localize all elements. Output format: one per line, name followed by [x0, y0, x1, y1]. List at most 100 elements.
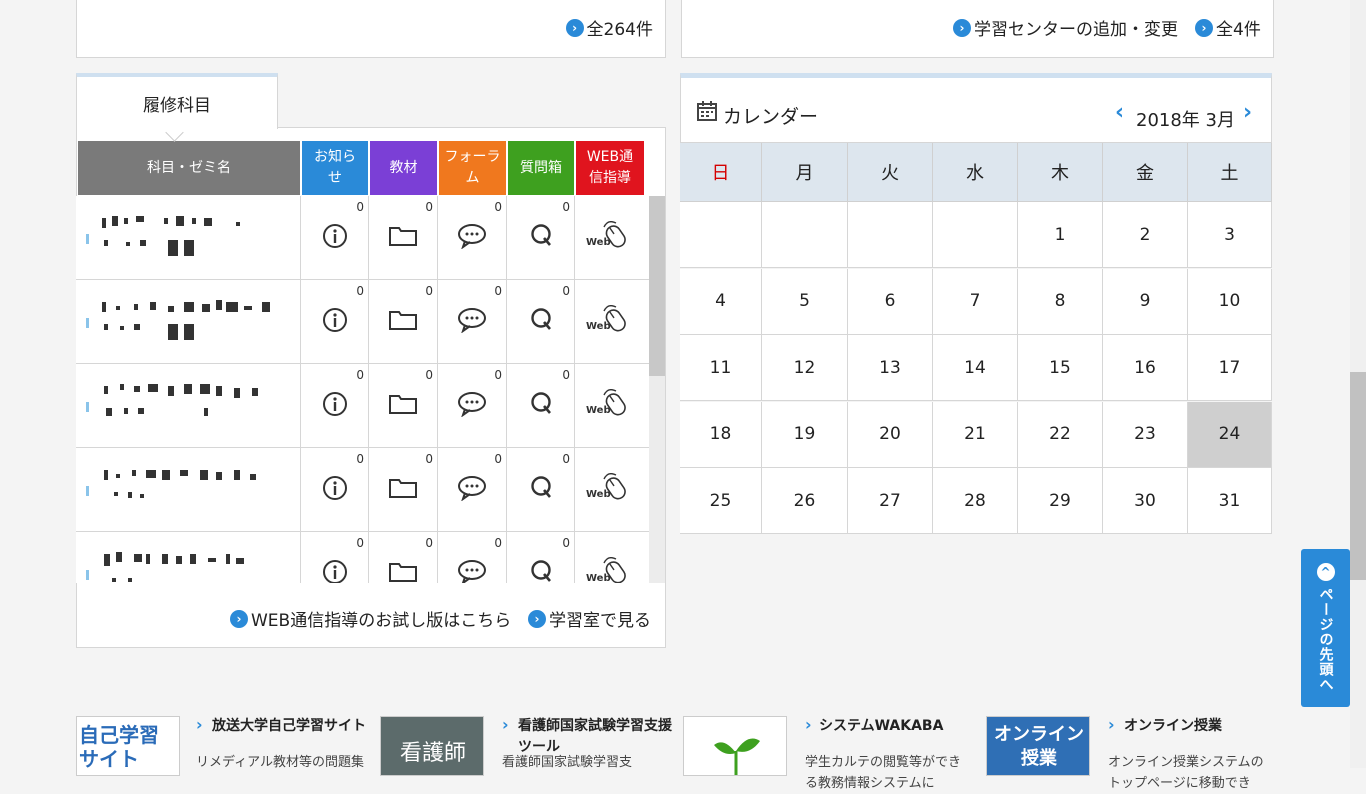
redacted-text: [168, 324, 178, 340]
cell-news[interactable]: 0: [300, 448, 368, 531]
redacted-text: [116, 552, 122, 562]
count-badge: 0: [494, 200, 502, 214]
redacted-text: [146, 554, 150, 564]
calendar-day[interactable]: 21: [933, 401, 1018, 468]
next-month-button[interactable]: ›: [1243, 100, 1252, 125]
course-name[interactable]: [76, 280, 300, 363]
calendar-day[interactable]: 22: [1018, 401, 1103, 468]
calendar-day[interactable]: 18: [680, 401, 762, 468]
table-row: 0 0 0 0 Web: [76, 364, 649, 448]
study-room-link[interactable]: › 学習室で見る: [528, 606, 651, 631]
cell-materials[interactable]: 0: [368, 532, 437, 583]
cell-forum[interactable]: 0: [437, 448, 506, 531]
course-name[interactable]: [76, 532, 300, 583]
tab-courses[interactable]: 履修科目: [76, 73, 278, 129]
course-name[interactable]: [76, 448, 300, 531]
calendar-day[interactable]: 28: [933, 468, 1018, 534]
redacted-text: [134, 324, 140, 330]
calendar-day[interactable]: 6: [848, 268, 933, 335]
calendar-day[interactable]: 24: [1188, 401, 1272, 468]
cell-news[interactable]: 0: [300, 532, 368, 583]
cell-news[interactable]: 0: [300, 280, 368, 363]
calendar-day[interactable]: 11: [680, 335, 762, 401]
calendar-day[interactable]: 15: [1018, 335, 1103, 401]
cell-materials[interactable]: 0: [368, 280, 437, 363]
calendar-day[interactable]: 8: [1018, 268, 1103, 335]
cell-web[interactable]: Web: [574, 364, 643, 447]
calendar-day[interactable]: 12: [762, 335, 848, 401]
calendar-day[interactable]: 7: [933, 268, 1018, 335]
all-items-link[interactable]: › 全264件: [565, 15, 653, 40]
calendar-day[interactable]: 3: [1188, 202, 1272, 268]
cell-questions[interactable]: 0: [506, 364, 574, 447]
calendar-day[interactable]: 5: [762, 268, 848, 335]
weekday-header: 土: [1188, 143, 1272, 202]
web-label: Web: [586, 488, 611, 500]
calendar-day[interactable]: 31: [1188, 468, 1272, 534]
info-icon: [322, 391, 348, 421]
calendar-day[interactable]: 29: [1018, 468, 1103, 534]
redacted-text: [162, 470, 170, 480]
calendar-day[interactable]: 17: [1188, 335, 1272, 401]
cell-questions[interactable]: 0: [506, 280, 574, 363]
redacted-text: [252, 388, 258, 396]
calendar-day[interactable]: 26: [762, 468, 848, 534]
cell-materials[interactable]: 0: [368, 196, 437, 279]
learning-center-change-link[interactable]: › 学習センターの追加・変更: [953, 15, 1178, 40]
cell-questions[interactable]: 0: [506, 532, 574, 583]
calendar-day[interactable]: 10: [1188, 268, 1272, 335]
calendar-day[interactable]: 30: [1103, 468, 1188, 534]
calendar-day[interactable]: 20: [848, 401, 933, 468]
cell-news[interactable]: 0: [300, 196, 368, 279]
cell-web[interactable]: Web: [574, 532, 643, 583]
cell-forum[interactable]: 0: [437, 364, 506, 447]
table-row: 0 0 0 0 Web: [76, 532, 649, 583]
table-row: 0 0 0 0 Web: [76, 196, 649, 280]
calendar-day[interactable]: 4: [680, 268, 762, 335]
courses-scrollbar-thumb[interactable]: [649, 196, 665, 376]
redacted-text: [104, 386, 108, 394]
calendar-day[interactable]: 27: [848, 468, 933, 534]
cell-materials[interactable]: 0: [368, 448, 437, 531]
cell-web[interactable]: Web: [574, 448, 643, 531]
courses-table-body: 0 0 0 0 Web 0 0 0 0 Web 0 0 0 0 Web 0 0 0 0 Web 0 0 0 0 Web: [76, 196, 649, 583]
folder-icon: [388, 224, 418, 252]
calendar-day[interactable]: 2: [1103, 202, 1188, 268]
cell-forum[interactable]: 0: [437, 196, 506, 279]
calendar-day[interactable]: 16: [1103, 335, 1188, 401]
cell-forum[interactable]: 0: [437, 280, 506, 363]
redacted-text: [116, 474, 120, 478]
course-name[interactable]: [76, 196, 300, 279]
calendar-day[interactable]: 1: [1018, 202, 1103, 268]
redacted-text: [148, 384, 158, 392]
redacted-text: [104, 470, 108, 480]
cell-materials[interactable]: 0: [368, 364, 437, 447]
folder-icon: [388, 476, 418, 504]
count-badge: 0: [494, 452, 502, 466]
calendar-day[interactable]: 13: [848, 335, 933, 401]
web-trial-link[interactable]: › WEB通信指導のお試し版はこちら: [230, 606, 511, 631]
chevron-right-icon: ›: [230, 609, 248, 628]
prev-month-button[interactable]: ‹: [1115, 100, 1124, 125]
scroll-to-top-button[interactable]: ^ ページの先頭へ: [1301, 549, 1350, 707]
weekday-header: 木: [1018, 143, 1103, 202]
cell-questions[interactable]: 0: [506, 448, 574, 531]
cell-forum[interactable]: 0: [437, 532, 506, 583]
cell-news[interactable]: 0: [300, 364, 368, 447]
calendar-day[interactable]: 23: [1103, 401, 1188, 468]
calendar-day[interactable]: 25: [680, 468, 762, 534]
speech-bubble-icon: [457, 307, 487, 337]
redacted-text: [184, 324, 194, 340]
redacted-text: [226, 302, 238, 312]
cell-web[interactable]: Web: [574, 280, 643, 363]
redacted-text: [114, 492, 118, 496]
info-icon: [322, 475, 348, 505]
course-name[interactable]: [76, 364, 300, 447]
calendar-day[interactable]: 19: [762, 401, 848, 468]
page-scrollbar-thumb[interactable]: [1350, 372, 1366, 580]
cell-web[interactable]: Web: [574, 196, 643, 279]
calendar-day[interactable]: 9: [1103, 268, 1188, 335]
all-centers-link[interactable]: › 全4件: [1195, 15, 1261, 40]
calendar-day[interactable]: 14: [933, 335, 1018, 401]
cell-questions[interactable]: 0: [506, 196, 574, 279]
